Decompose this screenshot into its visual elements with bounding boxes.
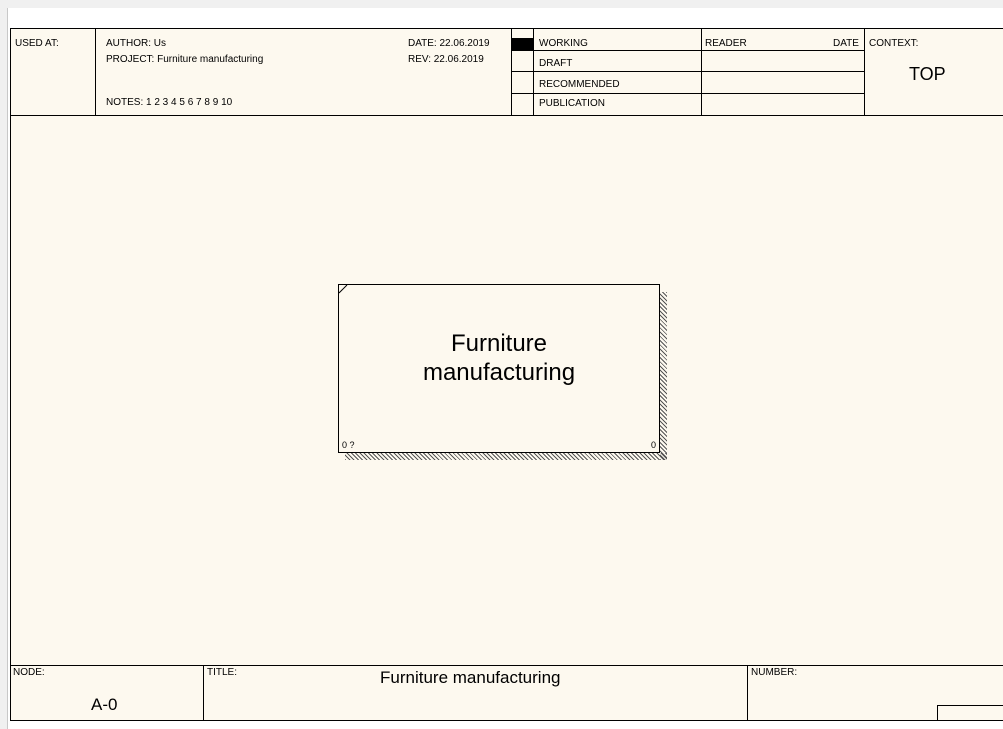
activity-title: Furniture manufacturing (339, 329, 659, 387)
reader-label: READER (705, 38, 747, 49)
working-status-marker (512, 38, 533, 50)
activity-box-shadow (660, 292, 667, 460)
notes-field: NOTES: 1 2 3 4 5 6 7 8 9 10 (106, 97, 233, 108)
reader-date-label: DATE (833, 38, 859, 49)
header-divider (95, 29, 96, 115)
footer-top-border (11, 665, 1003, 666)
context-value: TOP (909, 64, 946, 84)
status-row-divider (511, 71, 864, 72)
bottom-margin (8, 721, 1003, 729)
footer-divider (747, 665, 748, 722)
title-label: TITLE: (207, 667, 238, 678)
number-label: NUMBER: (751, 667, 798, 678)
project-field: PROJECT: Furniture manufacturing (106, 54, 264, 65)
header-divider (701, 29, 702, 115)
used-at-label: USED AT: (15, 38, 59, 49)
activity-title-line2: manufacturing (422, 359, 576, 386)
status-row-divider (511, 93, 864, 94)
activity-box-shadow (345, 453, 667, 460)
corner-tick-icon (339, 285, 348, 294)
status-working: WORKING (539, 38, 588, 49)
header-bottom-border (11, 115, 1003, 116)
header-divider (864, 29, 865, 115)
activity-title-line1: Furniture (450, 330, 548, 357)
header-divider (533, 29, 534, 115)
context-label: CONTEXT: (869, 38, 919, 49)
revision-field: REV: 22.06.2019 (408, 54, 484, 65)
footer-corner-line (937, 705, 1003, 706)
activity-number-label: 0 (650, 440, 656, 450)
diagram-title: Furniture manufacturing (380, 668, 561, 687)
date-field: DATE: 22.06.2019 (408, 38, 490, 49)
status-publication: PUBLICATION (539, 98, 605, 109)
node-label: NODE: (13, 667, 45, 678)
window-top-bar (0, 0, 1003, 8)
activity-box-furniture-manufacturing[interactable]: Furniture manufacturing 0 ? 0 (338, 284, 660, 453)
footer-corner-line (937, 705, 938, 722)
status-recommended: RECOMMENDED (539, 79, 620, 90)
status-row-divider (511, 50, 864, 51)
author-field: AUTHOR: Us (106, 38, 166, 49)
activity-cost-label: 0 ? (342, 440, 355, 450)
status-draft: DRAFT (539, 58, 573, 69)
footer-divider (203, 665, 204, 722)
node-value: A-0 (91, 695, 118, 714)
left-ruler (0, 8, 8, 729)
